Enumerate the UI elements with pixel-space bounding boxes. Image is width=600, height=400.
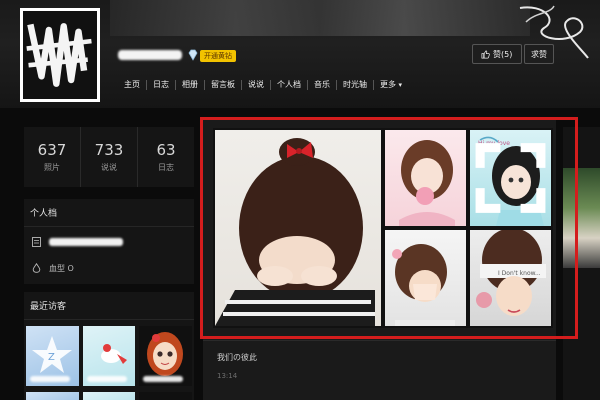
nav-timeline[interactable]: 时光轴 (336, 80, 373, 90)
nickname-redacted (118, 50, 182, 60)
visitor-avatar[interactable] (82, 392, 136, 400)
nav-music[interactable]: 音乐 (307, 80, 336, 90)
nav-home[interactable]: 主页 (122, 80, 146, 90)
highlight-frame (200, 117, 578, 339)
blood-type: 血型 O (49, 263, 74, 273)
nav-profile[interactable]: 个人档 (270, 80, 307, 90)
avatar[interactable] (20, 8, 100, 102)
chevron-down-icon: ▾ (398, 81, 403, 89)
banner-photo-strip (110, 0, 530, 36)
stat-moments-label: 说说 (101, 163, 117, 172)
stat-blogs[interactable]: 63 日志 (137, 127, 194, 187)
thumbs-up-icon (481, 50, 490, 58)
stat-photos-count: 637 (37, 141, 67, 159)
vip-badge[interactable]: 开通黄钻 (200, 50, 236, 62)
stats-panel: 637 照片 733 说说 63 日志 (24, 127, 194, 187)
stat-moments[interactable]: 733 说说 (80, 127, 137, 187)
visitor-avatar[interactable] (82, 326, 136, 386)
stat-moments-count: 733 (94, 141, 124, 159)
visitor-grid-row-2 (24, 392, 194, 400)
main-nav: 主页 日志 相册 留言板 说说 个人档 音乐 时光轴 更多 ▾ (122, 80, 408, 90)
visitor-name-redacted (30, 376, 70, 382)
stat-photos[interactable]: 637 照片 (24, 127, 80, 187)
stat-blogs-label: 日志 (158, 163, 174, 172)
stat-blogs-count: 63 (156, 141, 176, 159)
visitor-name-redacted (86, 376, 127, 382)
profile-name-redacted (49, 238, 123, 246)
visitor-avatar[interactable] (139, 326, 193, 386)
visitors-panel-title[interactable]: 最近访客 (24, 292, 194, 320)
nav-messages[interactable]: 留言板 (204, 80, 241, 90)
visitor-avatar[interactable]: Z (26, 326, 79, 386)
visitor-name-redacted (143, 376, 184, 382)
profile-name-row (24, 231, 194, 253)
ask-like-button[interactable]: 求赞 (524, 44, 554, 64)
visitor-avatar[interactable] (139, 392, 193, 400)
avatar-scribble-icon (23, 11, 97, 99)
nav-blog[interactable]: 日志 (146, 80, 175, 90)
nav-more[interactable]: 更多 ▾ (373, 80, 408, 90)
feed-post: 我们の彼此 13:14 (217, 352, 257, 380)
nav-album[interactable]: 相册 (175, 80, 204, 90)
svg-text:Z: Z (48, 352, 55, 363)
blood-drop-icon (32, 263, 41, 273)
post-timestamp: 13:14 (217, 372, 238, 380)
stat-photos-label: 照片 (44, 163, 60, 172)
like-count: 赞(5) (493, 49, 513, 59)
nav-more-label: 更多 (380, 80, 396, 89)
visitor-grid: Z (24, 320, 194, 392)
diamond-icon (188, 49, 198, 61)
profile-panel: 个人档 血型 O (24, 199, 194, 284)
visitors-panel: 最近访客 Z (24, 292, 194, 400)
visitor-avatar[interactable] (26, 392, 79, 400)
like-button[interactable]: 赞(5) (472, 44, 522, 64)
document-icon (32, 237, 41, 247)
nav-moments[interactable]: 说说 (241, 80, 270, 90)
profile-panel-title[interactable]: 个人档 (24, 199, 194, 227)
post-title[interactable]: 我们の彼此 (217, 352, 257, 363)
feed-divider (203, 340, 556, 341)
profile-blood-row: 血型 O (24, 257, 194, 279)
